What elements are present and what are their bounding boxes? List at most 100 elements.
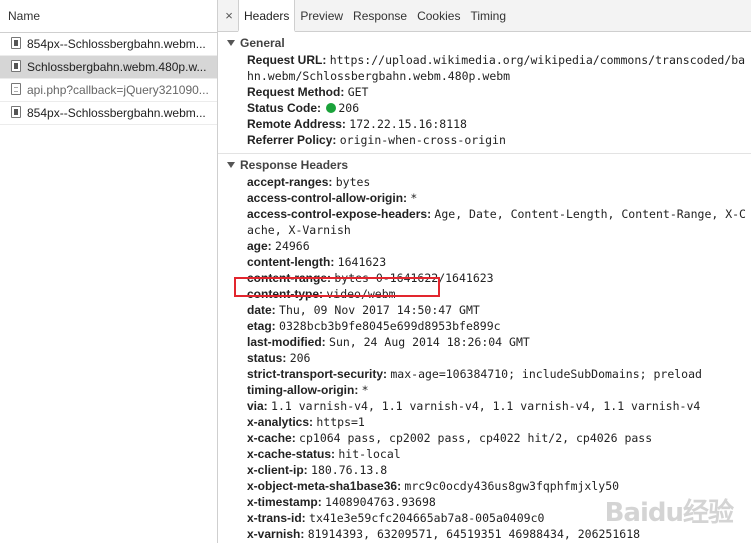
header-key: last-modified:	[247, 335, 326, 349]
response-header-row: access-control-expose-headers: Age, Date…	[218, 206, 751, 238]
header-key: via:	[247, 399, 268, 413]
header-key: content-range:	[247, 271, 331, 285]
response-header-row: last-modified: Sun, 24 Aug 2014 18:26:04…	[218, 334, 751, 350]
header-key: x-cache-status:	[247, 447, 336, 461]
header-value: max-age=106384710; includeSubDomains; pr…	[390, 367, 702, 381]
header-key: etag:	[247, 319, 276, 333]
header-key: Referrer Policy:	[247, 133, 337, 147]
request-item-selected[interactable]: Schlossbergbahn.webm.480p.w...	[0, 56, 217, 79]
header-key: Request Method:	[247, 85, 345, 99]
response-header-row: x-cache: cp1064 pass, cp2002 pass, cp402…	[218, 430, 751, 446]
header-value: Sun, 24 Aug 2014 18:26:04 GMT	[329, 335, 530, 349]
triangle-down-icon	[227, 162, 235, 168]
header-key: content-type:	[247, 287, 323, 301]
name-column-header[interactable]: Name	[0, 0, 217, 33]
response-header-row: content-length: 1641623	[218, 254, 751, 270]
header-key: strict-transport-security:	[247, 367, 388, 381]
response-header-row: strict-transport-security: max-age=10638…	[218, 366, 751, 382]
header-value: bytes	[335, 175, 371, 189]
response-header-row: status: 206	[218, 350, 751, 366]
header-value: 0328bcb3b9fe8045e699d8953bfe899c	[279, 319, 501, 333]
request-item[interactable]: api.php?callback=jQuery321090...	[0, 79, 217, 102]
header-value: https=1	[316, 415, 365, 429]
header-key: Request URL:	[247, 53, 327, 67]
status-code-row: Status Code: 206	[218, 100, 751, 116]
header-value: video/webm	[326, 287, 396, 301]
header-value: 1.1 varnish-v4, 1.1 varnish-v4, 1.1 varn…	[271, 399, 701, 413]
header-value: Thu, 09 Nov 2017 14:50:47 GMT	[279, 303, 480, 317]
header-value: bytes 0-1641622/1641623	[334, 271, 494, 285]
header-value: 1408904763.93698	[325, 495, 436, 509]
tab-preview[interactable]: Preview	[295, 0, 348, 31]
response-header-row: date: Thu, 09 Nov 2017 14:50:47 GMT	[218, 302, 751, 318]
header-value: origin-when-cross-origin	[339, 133, 506, 147]
tab-cookies[interactable]: Cookies	[412, 0, 465, 31]
watermark-logo: Baidu经验	[604, 492, 734, 529]
header-value: 1641623	[337, 255, 387, 269]
header-key: Status Code:	[247, 101, 322, 115]
header-value: mrc9c0ocdy436us8gw3fqphfmjxly50	[404, 479, 620, 493]
header-key: x-object-meta-sha1base36:	[247, 479, 402, 493]
header-key: access-control-expose-headers:	[247, 207, 432, 221]
header-value: hit-local	[338, 447, 401, 461]
tab-timing[interactable]: Timing	[465, 0, 511, 31]
request-url-row: Request URL: https://upload.wikimedia.or…	[218, 52, 751, 84]
tab-headers[interactable]: Headers	[238, 0, 296, 32]
referrer-policy-row: Referrer Policy: origin-when-cross-origi…	[218, 132, 751, 148]
header-key: age:	[247, 239, 272, 253]
response-header-row: timing-allow-origin: *	[218, 382, 751, 398]
request-item-label: api.php?callback=jQuery321090...	[27, 83, 209, 97]
header-key: status:	[247, 351, 287, 365]
header-value: 24966	[275, 239, 310, 253]
response-header-row: via: 1.1 varnish-v4, 1.1 varnish-v4, 1.1…	[218, 398, 751, 414]
header-key: Remote Address:	[247, 117, 346, 131]
response-header-row: etag: 0328bcb3b9fe8045e699d8953bfe899c	[218, 318, 751, 334]
response-header-row: access-control-allow-origin: *	[218, 190, 751, 206]
remote-address-row: Remote Address: 172.22.15.16:8118	[218, 116, 751, 132]
header-key: x-cache:	[247, 431, 296, 445]
request-item[interactable]: 854px--Schlossbergbahn.webm...	[0, 33, 217, 56]
header-value: GET	[347, 85, 369, 99]
close-icon[interactable]: ×	[218, 0, 238, 31]
request-method-row: Request Method: GET	[218, 84, 751, 100]
header-value: 180.76.13.8	[311, 463, 388, 477]
details-tabbar: × Headers Preview Response Cookies Timin…	[218, 0, 751, 32]
response-headers-section-header[interactable]: Response Headers	[218, 156, 751, 174]
response-header-row: content-type: video/webm	[218, 286, 751, 302]
document-icon	[11, 83, 21, 95]
response-header-row: age: 24966	[218, 238, 751, 254]
tab-response[interactable]: Response	[348, 0, 412, 31]
header-key: date:	[247, 303, 276, 317]
request-item-label: 854px--Schlossbergbahn.webm...	[27, 106, 206, 120]
header-key: access-control-allow-origin:	[247, 191, 408, 205]
header-key: x-analytics:	[247, 415, 314, 429]
header-value: cp1064 pass, cp2002 pass, cp4022 hit/2, …	[299, 431, 653, 445]
response-header-row: x-analytics: https=1	[218, 414, 751, 430]
header-value: *	[410, 191, 418, 205]
header-key: x-timestamp:	[247, 495, 322, 509]
watermark-text: Baidu经验	[604, 498, 734, 528]
header-value: tx41e3e59cfc204665ab7a8-005a0409c0	[309, 511, 545, 525]
response-header-row: accept-ranges: bytes	[218, 174, 751, 190]
header-value: 81914393, 63209571, 64519351 46988434, 2…	[307, 527, 641, 541]
details-pane: × Headers Preview Response Cookies Timin…	[218, 0, 751, 543]
response-header-row: x-cache-status: hit-local	[218, 446, 751, 462]
header-key: x-trans-id:	[247, 511, 306, 525]
header-key: x-client-ip:	[247, 463, 308, 477]
request-list: 854px--Schlossbergbahn.webm... Schlossbe…	[0, 33, 217, 125]
header-key: timing-allow-origin:	[247, 383, 359, 397]
request-item[interactable]: 854px--Schlossbergbahn.webm...	[0, 102, 217, 125]
header-value: 172.22.15.16:8118	[349, 117, 467, 131]
header-key: accept-ranges:	[247, 175, 333, 189]
media-file-icon	[11, 60, 21, 72]
request-list-pane: Name 854px--Schlossbergbahn.webm... Schl…	[0, 0, 218, 543]
general-section-header[interactable]: General	[218, 34, 751, 52]
section-title: Response Headers	[240, 158, 349, 172]
header-key: content-length:	[247, 255, 335, 269]
response-header-row: content-range: bytes 0-1641622/1641623	[218, 270, 751, 286]
status-ok-dot-icon	[326, 103, 337, 113]
request-item-label: Schlossbergbahn.webm.480p.w...	[27, 60, 207, 74]
header-key: x-varnish:	[247, 527, 305, 541]
header-value: *	[361, 383, 369, 397]
media-file-icon	[11, 37, 21, 49]
